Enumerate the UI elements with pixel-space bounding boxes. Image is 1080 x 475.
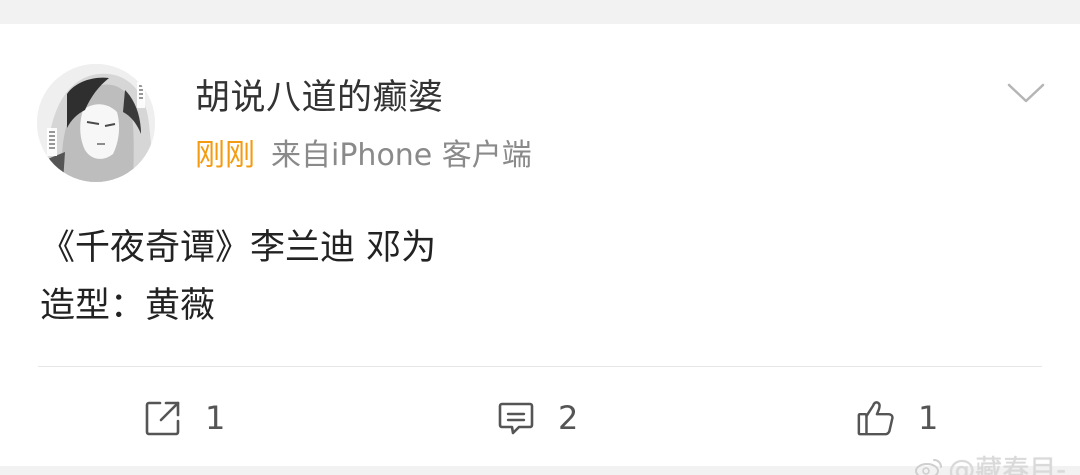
repost-button[interactable]: 1: [143, 396, 225, 440]
page: 胡说八道的癫婆 刚刚 来自iPhone 客户端 《千夜奇谭》李兰迪 邓为 造型：黄…: [0, 0, 1080, 475]
thumb-up-icon: [856, 398, 896, 438]
avatar[interactable]: [37, 64, 155, 182]
post-content-line: 《千夜奇谭》李兰迪 邓为: [40, 228, 437, 268]
weibo-logo-icon: [915, 458, 943, 475]
post-content-line: 造型：黄薇: [40, 286, 216, 326]
comment-count: 2: [558, 399, 579, 437]
avatar-image: [37, 64, 155, 182]
author-name[interactable]: 胡说八道的癫婆: [195, 76, 444, 120]
divider: [38, 366, 1042, 367]
post-content: 《千夜奇谭》李兰迪 邓为 造型：黄薇: [40, 219, 1040, 335]
post-meta: 刚刚 来自iPhone 客户端: [195, 136, 532, 176]
weibo-post-card: 胡说八道的癫婆 刚刚 来自iPhone 客户端 《千夜奇谭》李兰迪 邓为 造型：黄…: [0, 24, 1080, 466]
chevron-down-icon: [1007, 83, 1045, 103]
repost-count: 1: [205, 399, 226, 437]
post-menu-button[interactable]: [1004, 76, 1048, 110]
comment-icon: [496, 398, 536, 438]
like-button[interactable]: 1: [856, 396, 938, 440]
repost-icon: [143, 398, 183, 438]
watermark: @藏春目-: [914, 448, 1066, 475]
comment-button[interactable]: 2: [496, 396, 578, 440]
watermark-text: @藏春目-: [948, 455, 1066, 475]
post-source: 来自iPhone 客户端: [271, 138, 532, 173]
like-count: 1: [918, 399, 939, 437]
post-time: 刚刚: [195, 138, 255, 173]
